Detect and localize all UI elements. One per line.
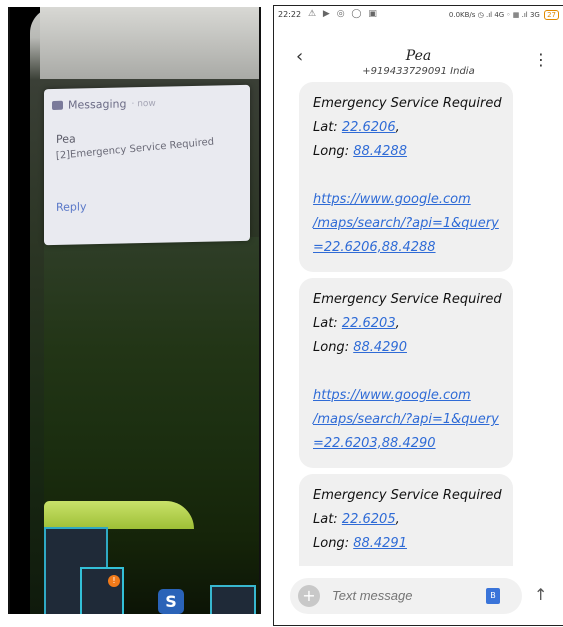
compose-field-container: + B: [290, 578, 522, 614]
message-input[interactable]: [330, 587, 454, 604]
lat-label: Lat:: [313, 316, 342, 331]
notification-badge: !: [108, 575, 120, 587]
long-link[interactable]: 88.4288: [353, 144, 407, 159]
lat-link[interactable]: 22.6205: [342, 512, 396, 527]
long-label: Long:: [313, 536, 354, 551]
status-bar: 22:22 ⚠ ▶ ◎ ◯ ▣ 0.0KB/s ◷ .ıl 4G ◦ ▦ .ıl…: [274, 6, 563, 24]
app-icon[interactable]: [80, 567, 124, 614]
message-title: Emergency Service Required: [313, 96, 502, 111]
message-bubble[interactable]: Emergency Service Required Lat: 22.6203,…: [299, 278, 513, 468]
long-link[interactable]: 88.4291: [353, 536, 407, 551]
contact-number: +919433729091 India: [362, 66, 475, 77]
phone-bezel: [40, 7, 259, 79]
maps-link-part[interactable]: /maps/search/?api=1&query: [313, 412, 499, 427]
contact-name: Pea: [405, 48, 432, 64]
status-time: 22:22: [278, 10, 302, 19]
app-icon-right[interactable]: [210, 585, 256, 614]
status-network-text: 0.0KB/s ◷ .ıl 4G ◦ ▦ .ıl 3G: [448, 11, 540, 19]
message-title: Emergency Service Required: [313, 292, 502, 307]
message-long: Long: 88.4291: [313, 536, 407, 551]
game-ground: [44, 501, 194, 529]
lat-link[interactable]: 22.6203: [342, 316, 396, 331]
maps-link-part[interactable]: /maps/search/?api=1&query: [313, 216, 499, 231]
lat-label: Lat:: [313, 120, 342, 135]
app-s-icon[interactable]: S: [158, 589, 184, 614]
battery-icon: 27: [544, 10, 559, 20]
message-icon: [52, 100, 63, 110]
phone-photo: Messaging · now Pea [2]Emergency Service…: [8, 7, 261, 614]
lat-link[interactable]: 22.6206: [342, 120, 396, 135]
message-bubble[interactable]: Emergency Service Required Lat: 22.6206,…: [299, 82, 513, 272]
message-lat: Lat: 22.6205,: [313, 512, 400, 527]
long-label: Long:: [313, 144, 354, 159]
long-link[interactable]: 88.4290: [353, 340, 407, 355]
conversation-header: ‹ Pea +919433729091 India ⋮: [274, 24, 563, 78]
photo-border: [10, 7, 30, 614]
notification-app-name: Messaging: [68, 97, 127, 112]
maps-link[interactable]: https://www.google.com: [313, 192, 471, 207]
notification-time: · now: [131, 98, 156, 109]
overflow-menu-icon[interactable]: ⋮: [533, 50, 549, 69]
compose-bar: + B ↑: [274, 566, 563, 625]
status-network: 0.0KB/s ◷ .ıl 4G ◦ ▦ .ıl 3G 27: [449, 10, 559, 20]
maps-link-part[interactable]: =22.6206,88.4288: [313, 240, 436, 255]
long-label: Long:: [313, 340, 354, 355]
messaging-screen: 22:22 ⚠ ▶ ◎ ◯ ▣ 0.0KB/s ◷ .ıl 4G ◦ ▦ .ıl…: [273, 5, 563, 626]
maps-link[interactable]: https://www.google.com: [313, 388, 471, 403]
add-attachment-icon[interactable]: +: [298, 585, 320, 607]
message-lat: Lat: 22.6203,: [313, 316, 400, 331]
send-arrow-icon[interactable]: ↑: [534, 585, 547, 604]
message-title: Emergency Service Required: [313, 488, 502, 503]
message-lat: Lat: 22.6206,: [313, 120, 400, 135]
notification-reply-button[interactable]: Reply: [56, 200, 86, 214]
lat-label: Lat:: [313, 512, 342, 527]
notification-sender: Pea: [56, 132, 76, 146]
status-notification-icons: ⚠ ▶ ◎ ◯ ▣: [308, 9, 379, 19]
sim-select-icon[interactable]: B: [486, 588, 500, 604]
maps-link-part[interactable]: =22.6203,88.4290: [313, 436, 436, 451]
message-long: Long: 88.4288: [313, 144, 407, 159]
notification-body: [2]Emergency Service Required: [55, 136, 215, 162]
message-long: Long: 88.4290: [313, 340, 407, 355]
notification-app-row: Messaging · now: [52, 97, 156, 112]
message-notification[interactable]: Messaging · now Pea [2]Emergency Service…: [44, 84, 250, 246]
